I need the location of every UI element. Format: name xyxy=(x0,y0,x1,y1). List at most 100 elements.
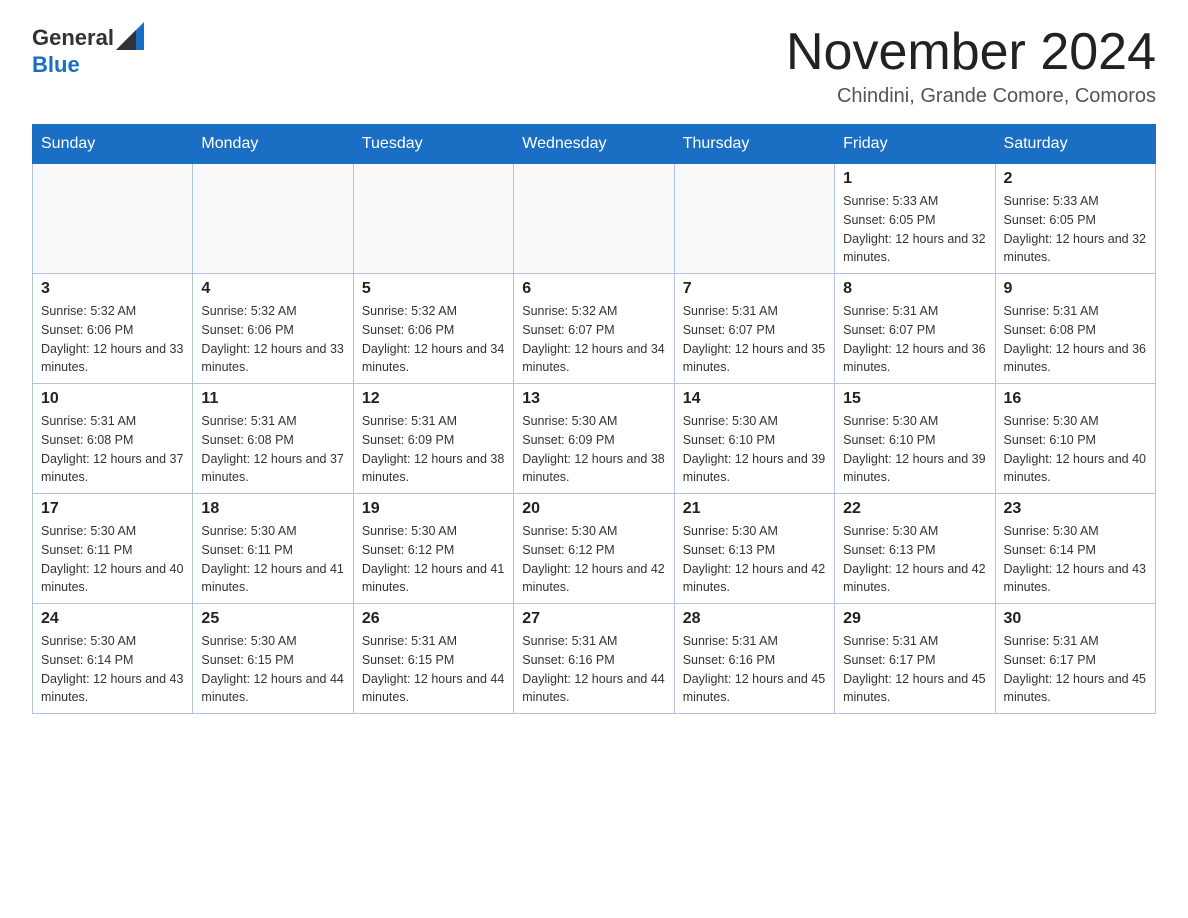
day-info: Sunrise: 5:32 AMSunset: 6:06 PMDaylight:… xyxy=(41,302,184,377)
calendar-cell: 12 Sunrise: 5:31 AMSunset: 6:09 PMDayligh… xyxy=(353,384,513,494)
day-info: Sunrise: 5:30 AMSunset: 6:13 PMDaylight:… xyxy=(683,522,826,597)
day-info: Sunrise: 5:31 AMSunset: 6:09 PMDaylight:… xyxy=(362,412,505,487)
day-number: 15 xyxy=(843,390,986,408)
calendar-cell: 8 Sunrise: 5:31 AMSunset: 6:07 PMDaylight… xyxy=(835,274,995,384)
calendar-cell xyxy=(353,164,513,274)
day-info: Sunrise: 5:30 AMSunset: 6:12 PMDaylight:… xyxy=(362,522,505,597)
calendar-week-4: 17 Sunrise: 5:30 AMSunset: 6:11 PMDayligh… xyxy=(33,494,1156,604)
day-info: Sunrise: 5:31 AMSunset: 6:07 PMDaylight:… xyxy=(843,302,986,377)
calendar-cell xyxy=(674,164,834,274)
day-number: 6 xyxy=(522,280,665,298)
calendar-cell: 10 Sunrise: 5:31 AMSunset: 6:08 PMDayligh… xyxy=(33,384,193,494)
calendar-cell: 13 Sunrise: 5:30 AMSunset: 6:09 PMDayligh… xyxy=(514,384,674,494)
calendar-cell: 7 Sunrise: 5:31 AMSunset: 6:07 PMDaylight… xyxy=(674,274,834,384)
day-number: 2 xyxy=(1004,170,1147,188)
calendar-cell: 20 Sunrise: 5:30 AMSunset: 6:12 PMDayligh… xyxy=(514,494,674,604)
day-number: 19 xyxy=(362,500,505,518)
day-info: Sunrise: 5:31 AMSunset: 6:08 PMDaylight:… xyxy=(41,412,184,487)
calendar-cell: 30 Sunrise: 5:31 AMSunset: 6:17 PMDayligh… xyxy=(995,604,1155,714)
calendar-cell: 24 Sunrise: 5:30 AMSunset: 6:14 PMDayligh… xyxy=(33,604,193,714)
calendar-cell: 22Sunrise: 5:30 AMSunset: 6:13 PMDayligh… xyxy=(835,494,995,604)
day-number: 14 xyxy=(683,390,826,408)
calendar-cell: 28 Sunrise: 5:31 AMSunset: 6:16 PMDayligh… xyxy=(674,604,834,714)
weekday-header-tuesday: Tuesday xyxy=(353,125,513,164)
day-number: 3 xyxy=(41,280,184,298)
day-info: Sunrise: 5:31 AMSunset: 6:08 PMDaylight:… xyxy=(1004,302,1147,377)
day-number: 18 xyxy=(201,500,344,518)
day-info: Sunrise: 5:31 AMSunset: 6:16 PMDaylight:… xyxy=(683,632,826,707)
day-number: 25 xyxy=(201,610,344,628)
logo: General Blue xyxy=(32,24,146,78)
calendar-cell: 15Sunrise: 5:30 AMSunset: 6:10 PMDayligh… xyxy=(835,384,995,494)
day-info: Sunrise: 5:30 AMSunset: 6:15 PMDaylight:… xyxy=(201,632,344,707)
day-number: 21 xyxy=(683,500,826,518)
day-number: 7 xyxy=(683,280,826,298)
day-number: 16 xyxy=(1004,390,1147,408)
day-number: 12 xyxy=(362,390,505,408)
calendar-cell xyxy=(514,164,674,274)
day-info: Sunrise: 5:30 AMSunset: 6:12 PMDaylight:… xyxy=(522,522,665,597)
weekday-header-friday: Friday xyxy=(835,125,995,164)
day-info: Sunrise: 5:32 AMSunset: 6:07 PMDaylight:… xyxy=(522,302,665,377)
day-number: 10 xyxy=(41,390,184,408)
day-info: Sunrise: 5:30 AMSunset: 6:09 PMDaylight:… xyxy=(522,412,665,487)
page-header: General Blue November 2024 Chindini, Gra… xyxy=(32,24,1156,108)
day-number: 22 xyxy=(843,500,986,518)
calendar-week-5: 24 Sunrise: 5:30 AMSunset: 6:14 PMDayligh… xyxy=(33,604,1156,714)
calendar-cell: 11Sunrise: 5:31 AMSunset: 6:08 PMDayligh… xyxy=(193,384,353,494)
location: Chindini, Grande Comore, Comoros xyxy=(786,85,1156,108)
day-number: 20 xyxy=(522,500,665,518)
calendar-cell: 21 Sunrise: 5:30 AMSunset: 6:13 PMDayligh… xyxy=(674,494,834,604)
day-number: 30 xyxy=(1004,610,1147,628)
day-info: Sunrise: 5:30 AMSunset: 6:10 PMDaylight:… xyxy=(1004,412,1147,487)
day-number: 24 xyxy=(41,610,184,628)
day-info: Sunrise: 5:30 AMSunset: 6:10 PMDaylight:… xyxy=(683,412,826,487)
calendar-cell: 18 Sunrise: 5:30 AMSunset: 6:11 PMDayligh… xyxy=(193,494,353,604)
day-number: 5 xyxy=(362,280,505,298)
day-number: 1 xyxy=(843,170,986,188)
day-info: Sunrise: 5:30 AMSunset: 6:11 PMDaylight:… xyxy=(201,522,344,597)
weekday-header-thursday: Thursday xyxy=(674,125,834,164)
calendar-cell: 19 Sunrise: 5:30 AMSunset: 6:12 PMDayligh… xyxy=(353,494,513,604)
calendar-cell: 4Sunrise: 5:32 AMSunset: 6:06 PMDaylight… xyxy=(193,274,353,384)
day-number: 13 xyxy=(522,390,665,408)
day-number: 28 xyxy=(683,610,826,628)
calendar-week-2: 3 Sunrise: 5:32 AMSunset: 6:06 PMDaylight… xyxy=(33,274,1156,384)
calendar-cell xyxy=(193,164,353,274)
day-info: Sunrise: 5:30 AMSunset: 6:14 PMDaylight:… xyxy=(1004,522,1147,597)
day-info: Sunrise: 5:32 AMSunset: 6:06 PMDaylight:… xyxy=(362,302,505,377)
day-info: Sunrise: 5:31 AMSunset: 6:17 PMDaylight:… xyxy=(1004,632,1147,707)
day-info: Sunrise: 5:33 AMSunset: 6:05 PMDaylight:… xyxy=(843,192,986,267)
calendar-cell: 5 Sunrise: 5:32 AMSunset: 6:06 PMDaylight… xyxy=(353,274,513,384)
day-info: Sunrise: 5:31 AMSunset: 6:15 PMDaylight:… xyxy=(362,632,505,707)
day-number: 26 xyxy=(362,610,505,628)
calendar-cell: 16 Sunrise: 5:30 AMSunset: 6:10 PMDayligh… xyxy=(995,384,1155,494)
day-info: Sunrise: 5:30 AMSunset: 6:11 PMDaylight:… xyxy=(41,522,184,597)
calendar-cell: 17 Sunrise: 5:30 AMSunset: 6:11 PMDayligh… xyxy=(33,494,193,604)
calendar-cell: 23 Sunrise: 5:30 AMSunset: 6:14 PMDayligh… xyxy=(995,494,1155,604)
logo-icon xyxy=(116,22,144,50)
logo-text-general: General xyxy=(32,25,114,51)
calendar-cell: 2 Sunrise: 5:33 AMSunset: 6:05 PMDaylight… xyxy=(995,164,1155,274)
day-info: Sunrise: 5:31 AMSunset: 6:07 PMDaylight:… xyxy=(683,302,826,377)
day-number: 9 xyxy=(1004,280,1147,298)
calendar-cell xyxy=(33,164,193,274)
weekday-header-saturday: Saturday xyxy=(995,125,1155,164)
calendar-cell: 1 Sunrise: 5:33 AMSunset: 6:05 PMDaylight… xyxy=(835,164,995,274)
month-title: November 2024 xyxy=(786,24,1156,81)
day-number: 23 xyxy=(1004,500,1147,518)
day-number: 17 xyxy=(41,500,184,518)
calendar-cell: 27Sunrise: 5:31 AMSunset: 6:16 PMDayligh… xyxy=(514,604,674,714)
day-number: 29 xyxy=(843,610,986,628)
title-area: November 2024 Chindini, Grande Comore, C… xyxy=(786,24,1156,108)
calendar-cell: 3 Sunrise: 5:32 AMSunset: 6:06 PMDaylight… xyxy=(33,274,193,384)
calendar-week-3: 10 Sunrise: 5:31 AMSunset: 6:08 PMDayligh… xyxy=(33,384,1156,494)
weekday-header-monday: Monday xyxy=(193,125,353,164)
day-info: Sunrise: 5:33 AMSunset: 6:05 PMDaylight:… xyxy=(1004,192,1147,267)
day-number: 11 xyxy=(201,390,344,408)
weekday-header-sunday: Sunday xyxy=(33,125,193,164)
day-info: Sunrise: 5:30 AMSunset: 6:14 PMDaylight:… xyxy=(41,632,184,707)
day-number: 8 xyxy=(843,280,986,298)
calendar-header-row: SundayMondayTuesdayWednesdayThursdayFrid… xyxy=(33,125,1156,164)
calendar-cell: 26 Sunrise: 5:31 AMSunset: 6:15 PMDayligh… xyxy=(353,604,513,714)
